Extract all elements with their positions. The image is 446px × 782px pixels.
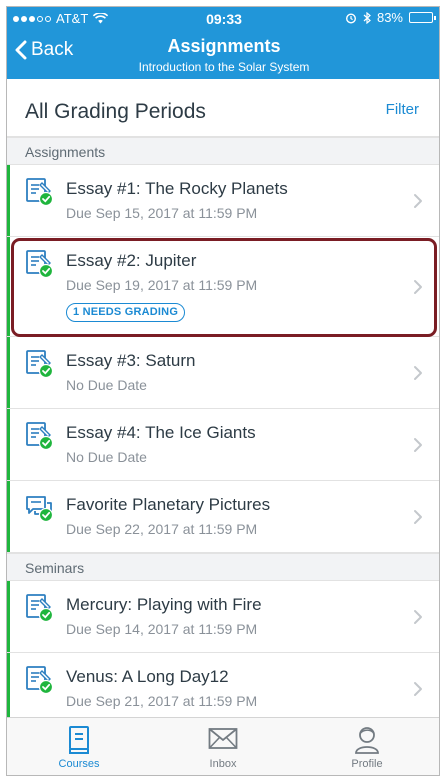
chevron-right-icon [414, 280, 422, 294]
battery-percent: 83% [376, 10, 403, 25]
header: AT&T 09:33 83% Back Assignments Introduc… [7, 7, 439, 79]
published-indicator [7, 409, 10, 480]
app-frame: AT&T 09:33 83% Back Assignments Introduc… [6, 6, 440, 776]
discussion-published-icon [26, 496, 54, 523]
nav-subtitle: Introduction to the Solar System [138, 60, 310, 74]
filter-button[interactable]: Filter [386, 101, 419, 118]
list-item[interactable]: Favorite Planetary Pictures Due Sep 22, 2… [7, 481, 439, 553]
item-title: Essay #1: The Rocky Planets [66, 179, 288, 198]
status-bar: AT&T 09:33 83% [7, 7, 439, 29]
item-title: Essay #3: Saturn [66, 351, 196, 370]
chevron-right-icon [414, 682, 422, 696]
item-due-date: Due Sep 14, 2017 at 11:59 PM [66, 621, 258, 637]
page-header: All Grading Periods Filter [7, 79, 439, 137]
tab-bar: Courses Inbox Profile [7, 717, 439, 775]
list-item[interactable]: Essay #1: The Rocky Planets Due Sep 15, 2… [7, 165, 439, 237]
published-indicator [7, 237, 10, 336]
published-indicator [7, 337, 10, 408]
assignment-published-icon [26, 350, 54, 379]
chevron-right-icon [414, 610, 422, 624]
needs-grading-badge: 1 NEEDS GRADING [66, 303, 186, 322]
tab-label: Courses [58, 758, 100, 770]
published-indicator [7, 653, 10, 724]
item-title: Favorite Planetary Pictures [66, 495, 271, 514]
published-indicator [7, 481, 10, 552]
list-item[interactable]: Essay #3: Saturn No Due Date [7, 337, 439, 409]
tab-label: Inbox [209, 758, 237, 770]
tab-profile[interactable]: Profile [295, 718, 439, 775]
assignment-published-icon [26, 422, 54, 451]
item-due-date: Due Sep 21, 2017 at 11:59 PM [66, 693, 258, 709]
published-indicator [7, 581, 10, 652]
section-header: Seminars [7, 553, 439, 581]
chevron-right-icon [414, 510, 422, 524]
page-title: All Grading Periods [25, 100, 206, 123]
list-item[interactable]: Essay #2: Jupiter Due Sep 19, 2017 at 11:… [7, 237, 439, 337]
item-due-date: No Due Date [66, 377, 147, 393]
published-indicator [7, 165, 10, 236]
assignment-published-icon [26, 250, 54, 279]
item-title: Essay #2: Jupiter [66, 251, 197, 270]
item-due-date: Due Sep 15, 2017 at 11:59 PM [66, 205, 258, 221]
courses-icon [69, 726, 89, 754]
nav-title: Assignments [167, 36, 281, 56]
item-due-date: No Due Date [66, 449, 147, 465]
chevron-right-icon [414, 366, 422, 380]
list-item[interactable]: Essay #4: The Ice Giants No Due Date [7, 409, 439, 481]
battery-icon [409, 12, 436, 23]
item-title: Venus: A Long Day12 [66, 667, 229, 686]
chevron-right-icon [414, 438, 422, 452]
section-header: Assignments [7, 137, 439, 165]
nav-bar: Back Assignments Introduction to the Sol… [7, 29, 439, 79]
item-title: Essay #4: The Ice Giants [66, 423, 256, 442]
assignment-published-icon [26, 594, 54, 623]
assignment-published-icon [26, 666, 54, 695]
item-title: Mercury: Playing with Fire [66, 595, 262, 614]
item-due-date: Due Sep 22, 2017 at 11:59 PM [66, 521, 258, 537]
assignment-published-icon [26, 178, 54, 207]
tab-courses[interactable]: Courses [7, 718, 151, 775]
profile-icon [355, 727, 379, 754]
chevron-right-icon [414, 194, 422, 208]
inbox-icon [208, 728, 238, 749]
list-item[interactable]: Venus: A Long Day12 Due Sep 21, 2017 at 1… [7, 653, 439, 725]
list-item[interactable]: Mercury: Playing with Fire Due Sep 14, 20… [7, 581, 439, 653]
item-due-date: Due Sep 19, 2017 at 11:59 PM [66, 277, 258, 293]
alarm-icon [345, 12, 356, 24]
tab-label: Profile [351, 758, 383, 770]
bluetooth-icon [363, 11, 371, 24]
tab-inbox[interactable]: Inbox [151, 718, 295, 775]
